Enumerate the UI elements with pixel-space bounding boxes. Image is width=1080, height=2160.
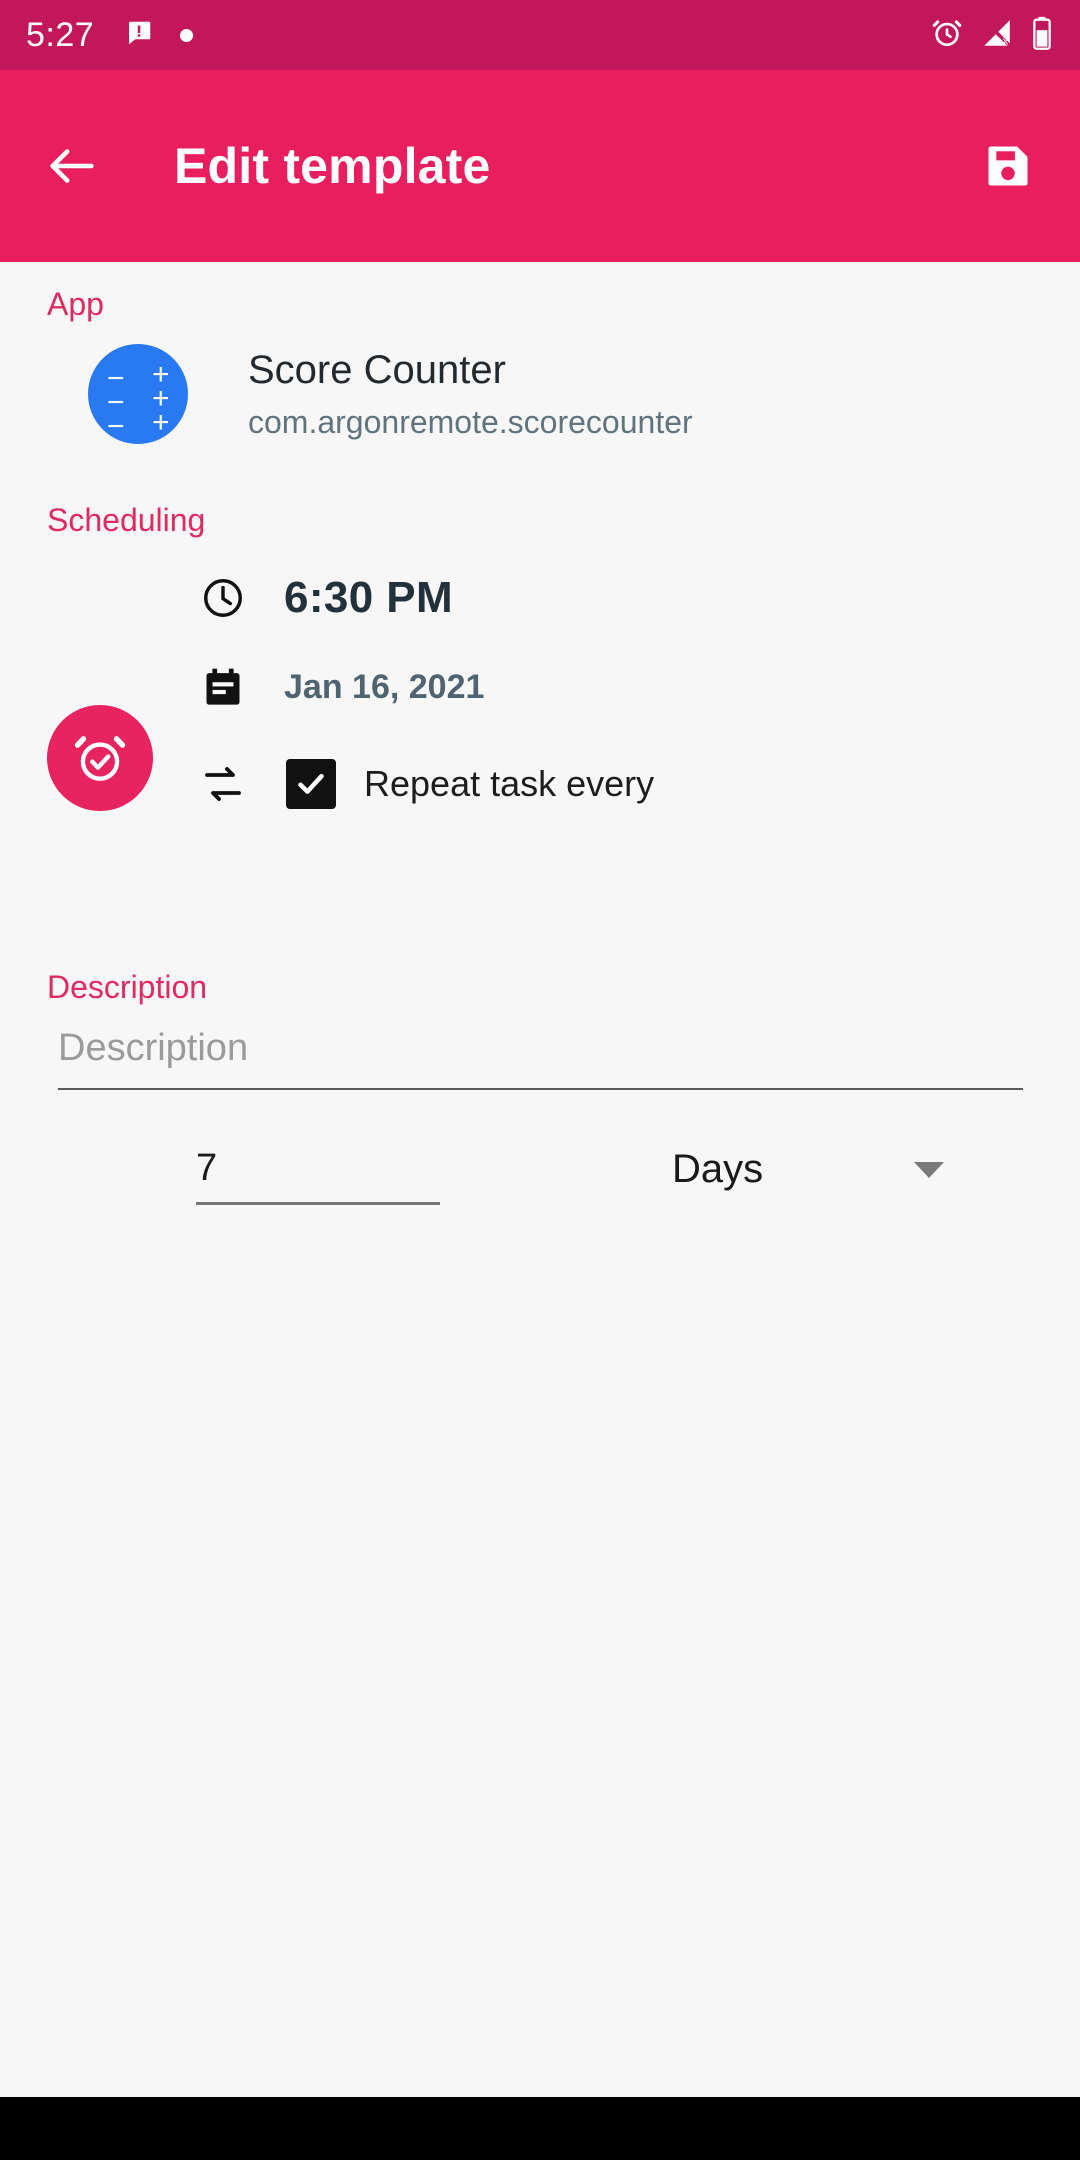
form-content: App − + − + − + Score Counter com.argonr… — [0, 262, 1080, 2097]
repeat-icon — [196, 760, 250, 808]
save-floppy-icon[interactable] — [978, 136, 1038, 196]
app-package-name: com.argonremote.scorecounter — [248, 403, 693, 440]
repeat-task-label: Repeat task every — [364, 763, 655, 804]
svg-text:x: x — [1003, 35, 1009, 47]
calendar-icon — [196, 665, 250, 709]
status-bar-system-icons: x — [930, 16, 1054, 55]
repeat-row[interactable]: Repeat task every — [196, 759, 654, 809]
system-navigation-bar — [0, 2097, 1080, 2160]
interval-unit-value: Days — [672, 1147, 764, 1191]
phone-screen: 5:27 x Edit template App − + − + − + Sco… — [0, 0, 1080, 2160]
section-label-app: App — [47, 286, 104, 322]
section-label-scheduling: Scheduling — [47, 502, 206, 538]
chevron-down-icon — [914, 1161, 944, 1178]
interval-underline — [196, 1202, 440, 1205]
description-field[interactable]: Description — [58, 1027, 1023, 1090]
interval-row: 7 Days — [0, 1147, 1080, 1237]
interval-unit-dropdown[interactable]: Days — [672, 1147, 956, 1192]
app-name: Score Counter — [248, 347, 506, 392]
message-icon — [124, 18, 154, 53]
app-selector-row[interactable]: − + − + − + Score Counter com.argonremot… — [88, 344, 693, 444]
status-bar-notifications — [124, 18, 194, 53]
schedule-date: Jan 16, 2021 — [284, 667, 485, 706]
battery-icon — [1030, 16, 1054, 55]
app-text-block: Score Counter com.argonremote.scorecount… — [248, 348, 693, 441]
dot-indicator — [180, 28, 194, 42]
signal-off-icon: x — [980, 16, 1014, 55]
description-placeholder: Description — [58, 1027, 249, 1069]
repeat-task-checkbox[interactable] — [286, 759, 336, 809]
section-label-description: Description — [47, 969, 208, 1005]
interval-value-field[interactable]: 7 — [196, 1147, 440, 1205]
alarm-badge-icon — [47, 705, 153, 811]
date-row[interactable]: Jan 16, 2021 — [196, 665, 484, 709]
score-counter-app-icon: − + − + − + — [88, 344, 188, 444]
arrow-back-icon[interactable] — [42, 136, 102, 196]
clock-icon — [196, 575, 250, 621]
schedule-time: 6:30 PM — [284, 573, 454, 622]
interval-value: 7 — [196, 1147, 218, 1189]
page-title: Edit template — [174, 138, 491, 194]
alarm-icon — [930, 16, 964, 55]
status-bar-clock: 5:27 — [26, 15, 95, 54]
app-bar: Edit template — [0, 70, 1080, 262]
time-row[interactable]: 6:30 PM — [196, 573, 453, 623]
status-bar: 5:27 x — [0, 0, 1080, 70]
description-underline — [58, 1088, 1023, 1090]
